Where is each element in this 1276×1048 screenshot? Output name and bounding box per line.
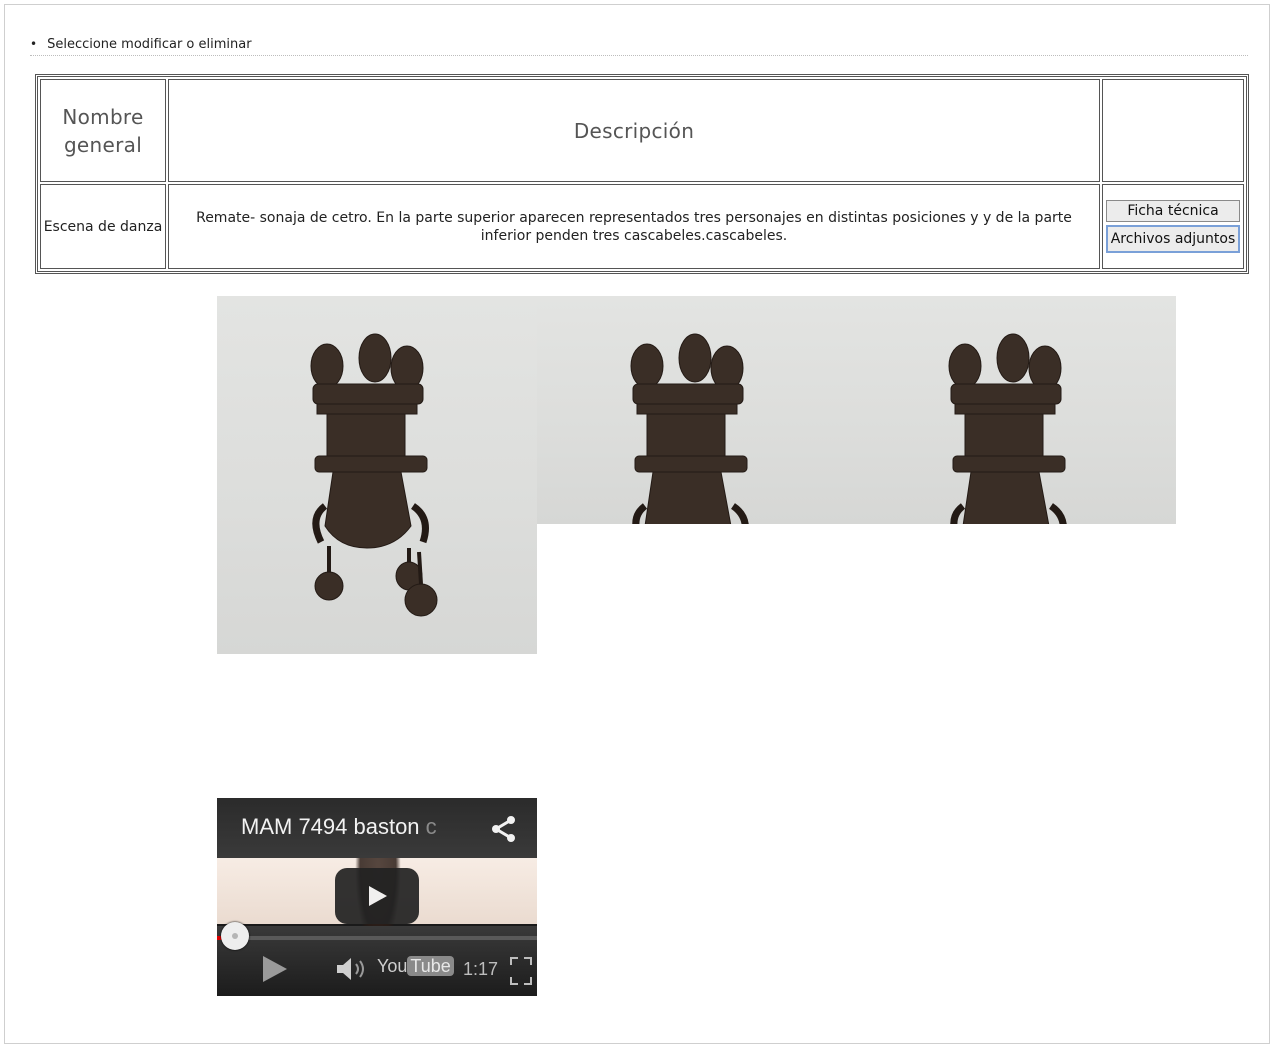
row-description: Remate- sonaja de cetro. En la parte sup… [168,184,1100,269]
artifact-image [948,333,1067,524]
fullscreen-icon[interactable] [509,956,533,986]
bullet-icon: • [30,37,38,51]
artifact-photo-1[interactable] [217,296,537,654]
volume-icon[interactable] [335,956,371,982]
video-title[interactable]: MAM 7494 baston c [241,814,437,840]
header-nombre-general: Nombre general [40,79,166,183]
table-header-row: Nombre general Descripción [40,79,1244,183]
scrubber-handle[interactable] [221,922,249,950]
row-actions: Ficha técnica Archivos adjuntos [1102,184,1244,269]
artifact-image [630,333,749,524]
big-play-button[interactable] [335,868,419,924]
progress-bar[interactable] [217,936,537,940]
video-player[interactable]: MAM 7494 baston c You Tube 1:17 [217,798,537,996]
table-row: Escena de danza Remate- sonaja de cetro.… [40,184,1244,269]
video-duration: 1:17 [463,959,499,979]
video-controls: You Tube 1:17 [217,922,537,996]
play-icon [369,886,387,906]
artifact-photo-2[interactable] [537,296,855,524]
instruction-text: Seleccione modificar o eliminar [47,37,252,52]
instruction-line: • Seleccione modificar o eliminar [30,34,1248,56]
play-icon[interactable] [259,954,289,984]
archivos-adjuntos-button[interactable]: Archivos adjuntos [1106,225,1240,254]
ficha-tecnica-button[interactable]: Ficha técnica [1106,200,1240,223]
artifact-image [310,333,438,617]
header-descripcion: Descripción [168,79,1100,183]
records-table: Nombre general Descripción Escena de dan… [35,74,1249,274]
artifact-photo-3[interactable] [855,296,1176,524]
row-name: Escena de danza [40,184,166,269]
youtube-logo[interactable]: You Tube [377,956,454,977]
share-icon[interactable] [489,814,519,844]
header-actions [1102,79,1244,183]
